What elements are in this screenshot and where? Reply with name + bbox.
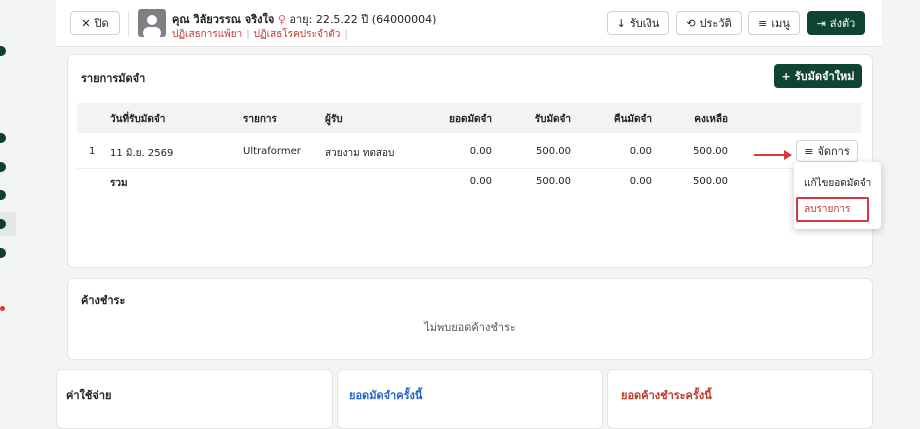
row-receiver: สวยงาม ทดสอบ (325, 148, 395, 159)
row-date: 11 มิ.ย. 2569 (110, 148, 174, 159)
left-nav-strip (0, 0, 16, 414)
row-item: Ultraformer (243, 146, 301, 157)
notification-dot (0, 306, 5, 311)
send-button[interactable]: ⇥ ส่งตัว (807, 11, 865, 35)
col-amount: ยอดมัดจำ (449, 114, 492, 125)
avatar (138, 9, 166, 37)
hamburger-icon: ≡ (758, 16, 768, 30)
col-refunded: คืนมัดจำ (613, 114, 652, 125)
close-button[interactable]: ✕ ปิด (70, 11, 120, 35)
col-date: วันที่รับมัดจำ (110, 114, 166, 125)
menu-item-delete[interactable]: ลบรายการ (796, 197, 869, 222)
allergy-info: ปฏิเสธการแพ้ยา | ปฏิเสธโรคประจำตัว | (172, 29, 348, 40)
red-arrow-annotation (754, 150, 792, 160)
arrow-down-icon: ↓ (616, 16, 626, 30)
total-balance: 500.00 (693, 176, 728, 187)
expenses-title: ค่าใช้จ่าย (66, 389, 112, 402)
outstanding-empty-text: ไม่พบยอดค้างชำระ (424, 321, 516, 334)
hamburger-icon: ≡ (804, 144, 814, 158)
history-icon: ⟲ (686, 16, 696, 30)
receive-payment-button[interactable]: ↓ รับเงิน (607, 11, 669, 35)
row-balance: 500.00 (693, 146, 728, 157)
history-button[interactable]: ⟲ ประวัติ (676, 11, 742, 35)
new-deposit-button[interactable]: + รับมัดจำใหม่ (774, 64, 862, 88)
row-number: 1 (89, 146, 96, 157)
col-item: รายการ (243, 114, 277, 125)
menu-button[interactable]: ≡ เมนู (748, 11, 800, 35)
total-amount: 0.00 (469, 176, 492, 187)
drug-allergy[interactable]: ปฏิเสธการแพ้ยา (172, 29, 242, 40)
row-refunded: 0.00 (629, 146, 652, 157)
total-received: 500.00 (536, 176, 571, 187)
header-divider (128, 12, 129, 36)
manage-button[interactable]: ≡ จัดการ (796, 140, 858, 162)
patient-info: คุณ วิลัยวรรณ จริงใจ ♀ อายุ: 22.5.22 ปี … (172, 10, 436, 28)
deposit-this-title: ยอดมัดจำครั้งนี้ (349, 389, 423, 402)
patient-name: คุณ วิลัยวรรณ จริงใจ (172, 13, 275, 26)
total-label: รวม (110, 178, 128, 189)
deposit-card (67, 54, 873, 268)
patient-age: อายุ: 22.5.22 ปี (64000004) (289, 13, 437, 26)
menu-item-edit-deposit[interactable]: แก้ไขยอดมัดจำ (804, 176, 871, 191)
row-divider (77, 168, 861, 169)
female-icon: ♀ (277, 13, 286, 26)
col-receiver: ผู้รับ (325, 114, 343, 125)
outstanding-title: ค้างชำระ (81, 294, 126, 307)
plus-icon: + (781, 69, 791, 83)
row-received: 500.00 (536, 146, 571, 157)
total-refunded: 0.00 (629, 176, 652, 187)
user-avatar-icon (143, 15, 161, 37)
outstanding-this-title: ยอดค้างชำระครั้งนี้ (621, 389, 712, 402)
col-received: รับมัดจำ (534, 114, 571, 125)
row-amount: 0.00 (469, 146, 492, 157)
disease-info[interactable]: ปฏิเสธโรคประจำตัว (254, 29, 341, 40)
col-balance: คงเหลือ (694, 114, 728, 125)
deposit-title: รายการมัดจำ (81, 72, 146, 85)
close-icon: ✕ (81, 16, 91, 30)
exit-icon: ⇥ (816, 16, 826, 30)
